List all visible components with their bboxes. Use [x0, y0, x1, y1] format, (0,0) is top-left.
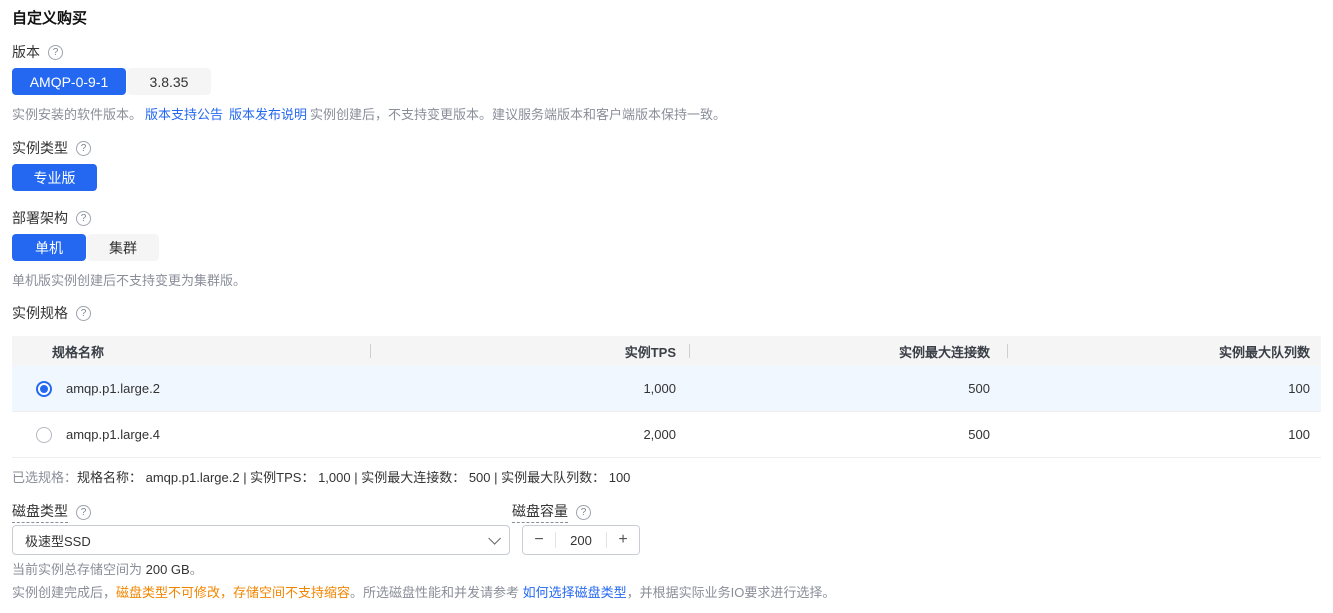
disk-type-help-icon[interactable]: ?: [76, 504, 91, 520]
disk-capacity-label: 磁盘容量: [512, 501, 568, 523]
spec-table-header: 规格名称 实例TPS 实例最大连接数 实例最大队列数: [12, 336, 1321, 366]
version-helper-text: 实例安装的软件版本。 版本支持公告 版本发布说明 实例创建后，不支持变更版本。建议服务…: [12, 104, 726, 123]
instance-type-help-icon[interactable]: ?: [76, 140, 91, 156]
spec-field-label: 实例规格 ?: [12, 303, 91, 323]
version-help-suffix: 实例创建后，不支持变更版本。建议服务端版本和客户端版本保持一致。: [310, 107, 727, 122]
storage-note-prefix: 当前实例总存储空间为: [12, 562, 146, 577]
disk-capacity-field-label: 磁盘容量 ?: [512, 501, 591, 523]
decrease-button[interactable]: −: [523, 526, 555, 554]
radio-selected[interactable]: [36, 380, 52, 397]
version-option-3-8-35[interactable]: 3.8.35: [127, 68, 211, 95]
disk-type-guide-link[interactable]: 如何选择磁盘类型: [523, 585, 627, 600]
spec-help-icon[interactable]: ?: [76, 305, 91, 321]
disk-capacity-input[interactable]: [556, 526, 606, 554]
version-option-amqp-0-9-1[interactable]: AMQP-0-9-1: [12, 68, 126, 95]
column-header-max-queues: 实例最大队列数: [1218, 344, 1310, 360]
spec-max-queues: 100: [1288, 427, 1310, 442]
disk-type-select[interactable]: 极速型SSD: [12, 525, 510, 555]
architecture-label: 部署架构: [12, 210, 68, 226]
spec-tps: 1,000: [643, 381, 676, 396]
spec-tps: 2,000: [643, 427, 676, 442]
increase-button[interactable]: +: [607, 526, 639, 554]
spec-max-connections: 500: [968, 381, 990, 396]
disk-type-selected-value: 极速型SSD: [25, 533, 91, 549]
version-field-label: 版本 ?: [12, 42, 63, 62]
instance-type-field-label: 实例类型 ?: [12, 138, 91, 158]
version-help-prefix: 实例安装的软件版本。: [12, 107, 143, 122]
architecture-field-label: 部署架构 ?: [12, 208, 91, 228]
architecture-help-icon[interactable]: ?: [76, 210, 91, 226]
architecture-helper-text: 单机版实例创建后不支持变更为集群版。: [12, 273, 247, 288]
radio-unselected[interactable]: [36, 426, 52, 443]
disk-note-warning: 磁盘类型不可修改，存储空间不支持缩容: [116, 585, 351, 600]
spec-name: amqp.p1.large.2: [66, 381, 160, 396]
table-row[interactable]: amqp.p1.large.2 1,000 500 100: [12, 366, 1321, 412]
disk-note-mid: 。所选磁盘性能和并发请参考: [350, 585, 523, 600]
version-bulletin-link[interactable]: 版本支持公告: [145, 107, 223, 122]
architecture-option-single[interactable]: 单机: [12, 234, 86, 261]
chevron-down-icon: [488, 531, 501, 545]
column-header-max-connections: 实例最大连接数: [690, 336, 1008, 366]
custom-purchase-page: 自定义购买 版本 ? AMQP-0-9-1 3.8.35 实例安装的软件版本。版…: [0, 0, 1333, 613]
spec-label: 实例规格: [12, 305, 68, 321]
disk-note-prefix: 实例创建完成后，: [12, 585, 117, 600]
selected-spec-summary: 已选规格：规格名称： amqp.p1.large.2 | 实例TPS： 1,00…: [12, 467, 630, 486]
disk-capacity-help-icon[interactable]: ?: [576, 504, 591, 520]
spec-max-connections: 500: [968, 427, 990, 442]
spec-table: 规格名称 实例TPS 实例最大连接数 实例最大队列数 amqp.p1.large…: [12, 336, 1321, 458]
selected-spec-summary-label: 已选规格：: [12, 470, 78, 485]
disk-note-suffix: ，并根据实际业务IO要求进行选择。: [626, 585, 836, 600]
disk-type-field-label: 磁盘类型 ?: [12, 501, 91, 523]
instance-type-option-professional[interactable]: 专业版: [12, 164, 97, 191]
disk-warning-note: 实例创建完成后，磁盘类型不可修改，存储空间不支持缩容。所选磁盘性能和并发请参考 …: [12, 582, 835, 601]
architecture-options: 单机 集群: [12, 234, 159, 261]
architecture-option-cluster[interactable]: 集群: [87, 234, 159, 261]
storage-note-value: 200 GB: [145, 562, 190, 577]
column-header-spec-name: 规格名称: [12, 336, 371, 366]
column-header-tps: 实例TPS: [371, 336, 690, 366]
storage-total-note: 当前实例总存储空间为 200 GB。: [12, 559, 203, 578]
table-row[interactable]: amqp.p1.large.4 2,000 500 100: [12, 412, 1321, 458]
version-label: 版本: [12, 44, 40, 60]
page-title: 自定义购买: [12, 10, 88, 27]
storage-note-suffix: 。: [189, 562, 203, 577]
spec-name: amqp.p1.large.4: [66, 427, 160, 442]
version-options: AMQP-0-9-1 3.8.35: [12, 68, 211, 95]
instance-type-options: 专业版: [12, 164, 97, 191]
disk-type-label: 磁盘类型: [12, 501, 68, 523]
spec-max-queues: 100: [1288, 381, 1310, 396]
version-help-icon[interactable]: ?: [48, 44, 63, 60]
version-release-notes-link[interactable]: 版本发布说明: [229, 107, 307, 122]
instance-type-label: 实例类型: [12, 140, 68, 156]
disk-capacity-stepper: − +: [522, 525, 640, 555]
selected-spec-summary-text: 规格名称： amqp.p1.large.2 | 实例TPS： 1,000 | 实…: [77, 470, 631, 485]
